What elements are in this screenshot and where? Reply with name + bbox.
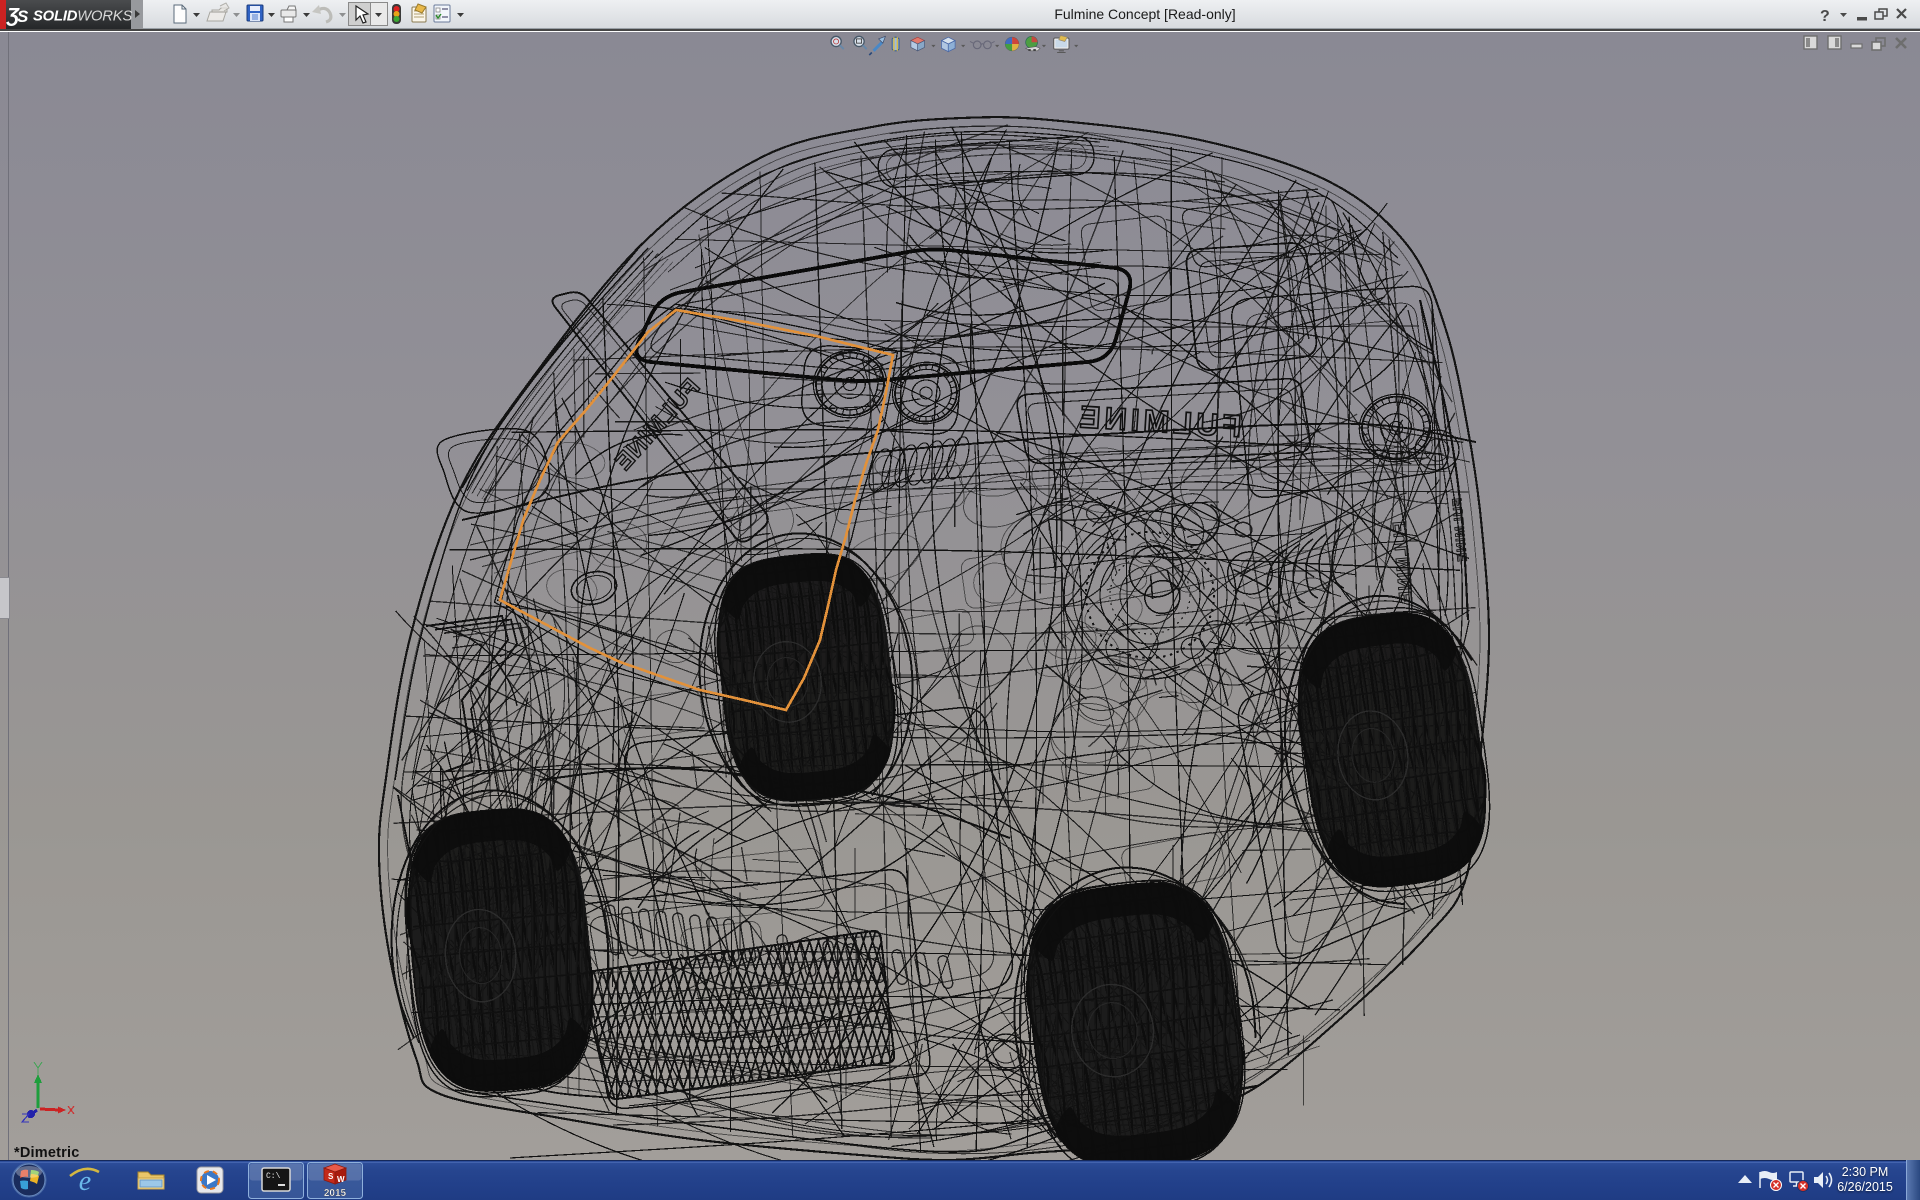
svg-text:S: S — [328, 1172, 334, 1181]
svg-text:W: W — [337, 1175, 345, 1184]
svg-text:2015: 2015 — [324, 1188, 347, 1199]
svg-text:C:\: C:\ — [266, 1172, 281, 1181]
